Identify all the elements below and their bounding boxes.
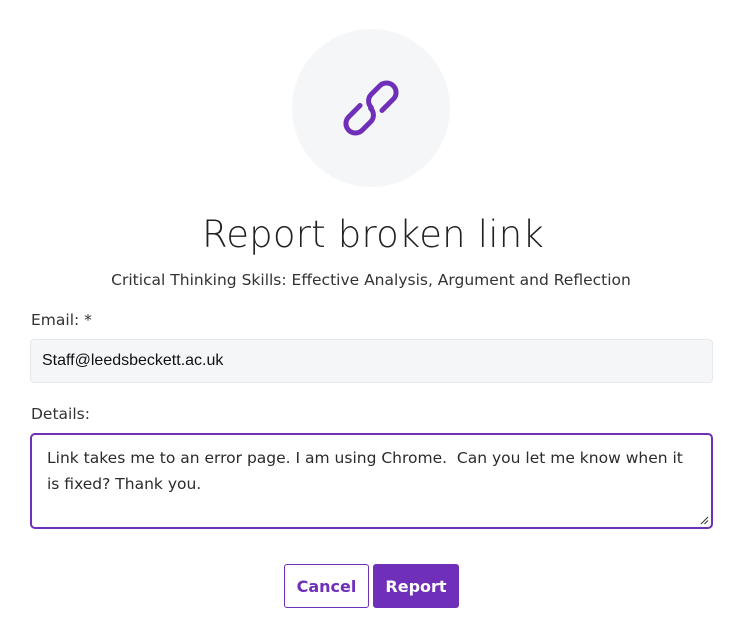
- report-button[interactable]: Report: [373, 564, 459, 608]
- resize-handle-icon[interactable]: [699, 515, 709, 525]
- report-broken-link-dialog: Report broken link Critical Thinking Ski…: [0, 0, 746, 638]
- resource-title: Critical Thinking Skills: Effective Anal…: [111, 271, 631, 289]
- cancel-button[interactable]: Cancel: [284, 564, 369, 608]
- link-icon: [343, 80, 399, 136]
- details-textarea[interactable]: Link takes me to an error page. I am usi…: [30, 433, 713, 529]
- email-label: Email: *: [31, 311, 92, 329]
- icon-badge: [292, 29, 450, 187]
- email-field[interactable]: [30, 339, 713, 383]
- dialog-title: Report broken link: [201, 213, 545, 256]
- details-label: Details:: [31, 405, 90, 423]
